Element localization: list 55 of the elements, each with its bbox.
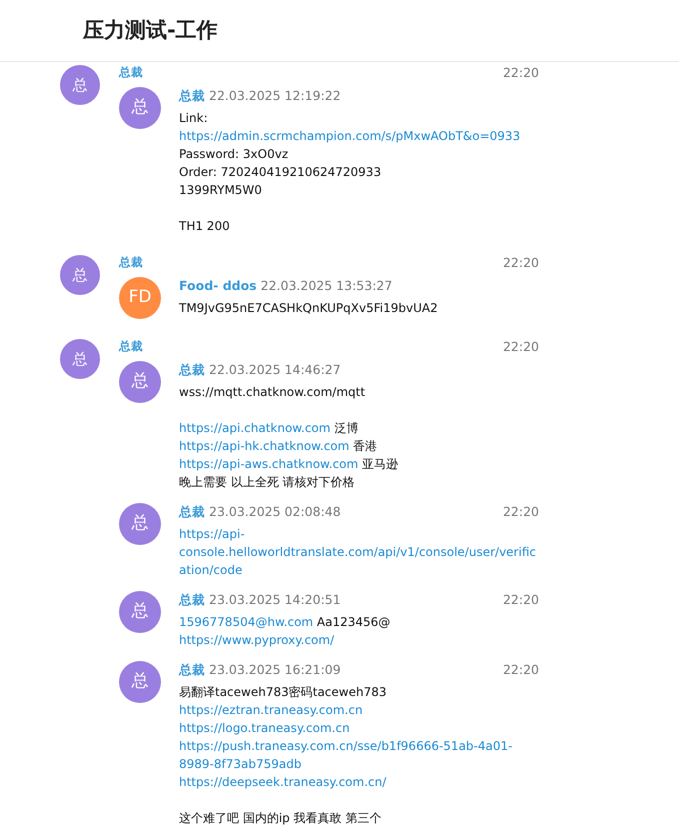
avatar: 总 <box>119 503 161 545</box>
author-name[interactable]: 总裁 <box>179 660 205 680</box>
message-time: 22:20 <box>502 660 539 679</box>
author-name[interactable]: 总裁 <box>179 86 205 106</box>
link[interactable]: https://api.chatknow.com <box>179 419 330 437</box>
sender-name[interactable]: 总裁 <box>119 254 143 272</box>
avatar: 总 <box>119 361 161 403</box>
message-text: TM9JvG95nE7CASHkQnKUPqXv5Fi19bvUA2 <box>179 301 438 315</box>
sender-name[interactable]: 总裁 <box>119 64 143 82</box>
avatar: 总 <box>119 87 161 129</box>
message-text: Aa123456@ <box>316 615 390 629</box>
message-text: Password: 3xO0vz <box>179 147 288 161</box>
message-date: 23.03.2025 16:21:09 <box>209 660 341 679</box>
message-text: TH1 200 <box>179 219 230 233</box>
link[interactable]: https://logo.traneasy.com.cn <box>179 719 350 737</box>
link[interactable]: https://www.pyproxy.com/ <box>179 631 334 649</box>
message-text: wss://mqtt.chatknow.com/mqtt <box>179 385 366 399</box>
avatar: FD <box>119 277 161 319</box>
avatar: 总 <box>60 255 100 295</box>
message-date: 22.03.2025 14:46:27 <box>209 360 341 379</box>
link[interactable]: 1596778504@hw.com <box>179 613 314 631</box>
message-time: 22:20 <box>502 338 539 356</box>
link[interactable]: https://api-hk.chatknow.com <box>179 437 350 455</box>
avatar: 总 <box>119 591 161 633</box>
message-date: 23.03.2025 02:08:48 <box>209 502 341 521</box>
link[interactable]: https://eztran.traneasy.com.cn <box>179 701 363 719</box>
sender-name[interactable]: 总裁 <box>119 338 143 356</box>
message-text: 这个难了吧 国内的ip 我看真敢 第三个 <box>179 811 382 825</box>
message-text: 香港 <box>352 439 378 453</box>
message-time: 22:20 <box>502 64 539 82</box>
avatar: 总 <box>60 65 100 105</box>
author-name[interactable]: 总裁 <box>179 360 205 380</box>
author-name[interactable]: Food- ddos <box>179 276 257 296</box>
link[interactable]: https://api-console.helloworldtranslate.com/api/v1/console/user/verification/code <box>179 525 539 579</box>
author-name[interactable]: 总裁 <box>179 502 205 522</box>
avatar: 总 <box>119 661 161 703</box>
message-text: 晚上需要 以上全死 请核对下价格 <box>179 475 355 489</box>
message-date: 22.03.2025 12:19:22 <box>209 86 341 105</box>
message-text: Link: <box>179 111 208 125</box>
message-text: 泛博 <box>333 421 358 435</box>
message-text: Order: 720240419210624720933 <box>179 165 382 179</box>
message-time: 22:20 <box>502 590 539 609</box>
link[interactable]: https://admin.scrmchampion.com/s/pMxwAObT&o=0933 <box>179 127 520 145</box>
author-name[interactable]: 总裁 <box>179 590 205 610</box>
message-text: 1399RYM5W0 <box>179 183 262 197</box>
link[interactable]: https://api-aws.chatknow.com <box>179 455 358 473</box>
message-date: 23.03.2025 14:20:51 <box>209 590 341 609</box>
avatar: 总 <box>60 339 100 379</box>
message-text: 易翻译taceweh783密码taceweh783 <box>179 685 386 699</box>
chat-title: 压力测试-工作 <box>83 16 218 44</box>
message-time: 22:20 <box>502 502 539 521</box>
message-date: 22.03.2025 13:53:27 <box>260 276 392 295</box>
message-time: 22:20 <box>502 254 539 272</box>
message-text: 亚马逊 <box>361 457 398 471</box>
link[interactable]: https://deepseek.traneasy.com.cn/ <box>179 773 386 791</box>
